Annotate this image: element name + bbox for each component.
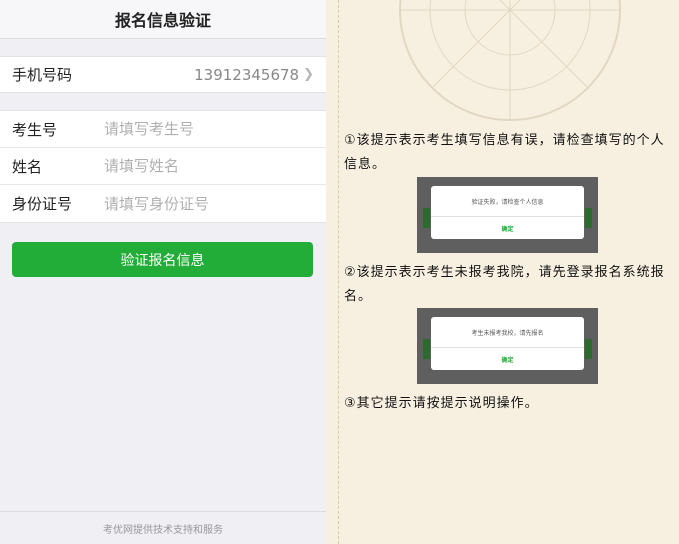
dialog-2-ok: 确定 (431, 347, 584, 370)
footer-credit: 考优网提供技术支持和服务 (0, 511, 326, 544)
chevron-right-icon: ❯ (303, 67, 314, 82)
verification-form: 考生号 姓名 身份证号 (0, 110, 326, 223)
exam-number-label: 考生号 (12, 120, 58, 139)
page-divider (338, 0, 339, 544)
page-title: 报名信息验证 (0, 0, 326, 39)
dialog-2: 考生未报考我校，请先报名 确定 (431, 317, 584, 370)
instruction-3: ③其它提示请按提示说明操作。 (344, 396, 539, 411)
dialog-1: 验证失败，请检查个人信息 确定 (431, 186, 584, 239)
name-label: 姓名 (12, 157, 43, 176)
name-input[interactable] (104, 157, 314, 175)
exam-number-input[interactable] (104, 120, 314, 138)
mobile-label: 手机号码 (12, 66, 73, 84)
dialog-1-ok: 确定 (431, 216, 584, 239)
dialog-2-message: 考生未报考我校，请先报名 (471, 329, 544, 337)
form-row-id-number: 身份证号 (0, 185, 326, 222)
instruction-1: ①该提示表示考生填写信息有误，请检查填写的个人信息。 (344, 133, 665, 172)
id-number-label: 身份证号 (12, 195, 73, 213)
phone-screen: 报名信息验证 手机号码 13912345678 ❯ 考生号 姓名 身份证号 验证… (0, 0, 326, 544)
id-number-input[interactable] (104, 194, 314, 213)
dialog-screenshot-2: 考生未报考我校，请先报名 确定 (417, 308, 598, 384)
dialog-1-message: 验证失败，请检查个人信息 (471, 198, 544, 206)
form-row-name: 姓名 (0, 148, 326, 185)
decorative-compass-art (399, 0, 621, 121)
mobile-row[interactable]: 手机号码 13912345678 ❯ (0, 56, 326, 93)
dialog-screenshot-1: 验证失败，请检查个人信息 确定 (417, 177, 598, 253)
form-row-exam-number: 考生号 (0, 111, 326, 148)
mobile-value: 13912345678 (194, 65, 300, 84)
verify-button[interactable]: 验证报名信息 (12, 242, 313, 277)
instruction-2: ②该提示表示考生未报考我院，请先登录报名系统报名。 (344, 265, 665, 304)
